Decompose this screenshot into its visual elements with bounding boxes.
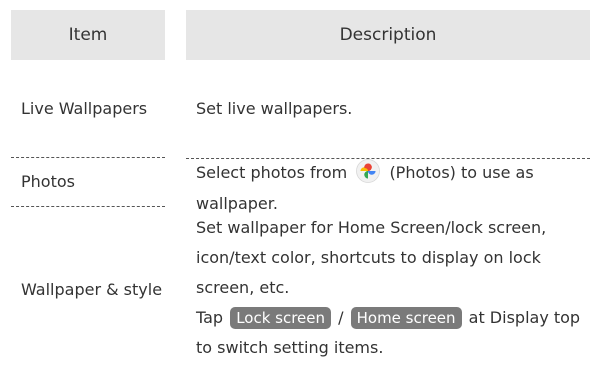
photos-icon xyxy=(356,159,381,183)
row-live-wallpapers-description: Set live wallpapers. xyxy=(186,62,590,155)
row-divider xyxy=(11,157,165,158)
item-label: Wallpaper & style xyxy=(21,280,163,299)
row-photos-item: Photos xyxy=(11,160,165,203)
row-photos-description: Select photos from (Photos) to use as wa… xyxy=(186,159,590,213)
tap-prefix: Tap xyxy=(196,308,224,327)
column-header-description: Description xyxy=(186,10,590,60)
column-header-item: Item xyxy=(11,10,165,60)
row-wallpaper-style-item: Wallpaper & style xyxy=(11,250,165,330)
description-text: Select photos from xyxy=(196,163,348,182)
item-label: Photos xyxy=(21,172,75,191)
key-separator: / xyxy=(338,308,344,327)
description-text: Set wallpaper for Home Screen/lock scree… xyxy=(196,218,547,297)
description-text: Set live wallpapers. xyxy=(196,99,353,118)
home-screen-key: Home screen xyxy=(350,307,462,329)
lock-screen-key: Lock screen xyxy=(230,307,332,329)
item-label: Live Wallpapers xyxy=(21,99,148,118)
row-live-wallpapers-item: Live Wallpapers xyxy=(11,62,165,155)
row-divider xyxy=(11,206,165,207)
row-wallpaper-style-description: Set wallpaper for Home Screen/lock scree… xyxy=(186,213,590,368)
